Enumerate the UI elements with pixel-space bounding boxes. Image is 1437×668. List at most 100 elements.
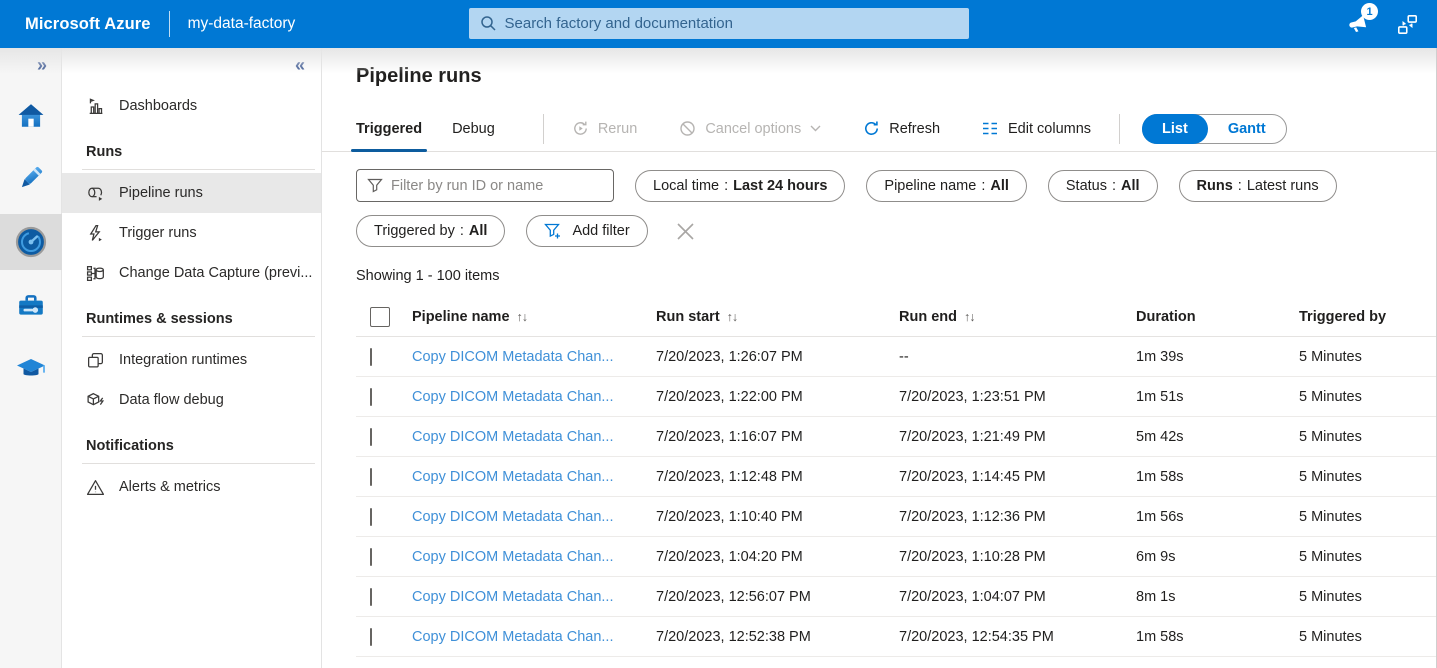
rerun-button[interactable]: Rerun <box>572 120 637 137</box>
run-start-cell: 7/20/2023, 1:04:20 PM <box>656 548 803 565</box>
run-start-cell: 7/20/2023, 1:12:48 PM <box>656 468 803 485</box>
section-divider <box>82 463 315 464</box>
column-header-run-start[interactable]: Run start ↑↓ <box>656 309 899 325</box>
clear-filters-button[interactable] <box>675 221 696 242</box>
table-row: Copy DICOM Metadata Chan... 7/20/2023, 1… <box>356 497 1437 537</box>
row-checkbox[interactable] <box>370 507 372 526</box>
topbar-divider <box>168 11 170 37</box>
sidebar-item-trigger-runs[interactable]: Trigger runs <box>62 213 321 253</box>
column-header-run-end[interactable]: Run end ↑↓ <box>899 309 1136 325</box>
select-all-checkbox[interactable] <box>370 306 390 327</box>
pipeline-run-link[interactable]: Copy DICOM Metadata Chan... <box>412 629 656 645</box>
view-toggle-gantt[interactable]: Gantt <box>1208 114 1286 144</box>
row-checkbox[interactable] <box>370 627 372 646</box>
switch-factory-button[interactable] <box>1395 12 1419 36</box>
cancel-options-label: Cancel options <box>705 120 802 137</box>
collapse-sidebar-icon[interactable]: « <box>295 56 305 74</box>
sidebar-item-integration-runtimes[interactable]: Integration runtimes <box>62 340 321 380</box>
rail-item-learning-center[interactable] <box>0 342 62 394</box>
row-checkbox[interactable] <box>370 387 372 406</box>
chevron-down-icon <box>810 125 821 132</box>
sidebar-section-notifications: Notifications <box>86 438 174 454</box>
sidebar-item-label: Alerts & metrics <box>119 479 221 495</box>
sidebar-item-label: Trigger runs <box>119 225 197 241</box>
sidebar: « Dashboards Runs Pipeline runs Trigger … <box>62 48 322 668</box>
run-start-cell: 7/20/2023, 1:22:00 PM <box>656 388 803 405</box>
edit-columns-button[interactable]: Edit columns <box>982 121 1091 137</box>
global-search[interactable] <box>468 8 969 39</box>
tab-triggered[interactable]: Triggered <box>350 106 428 152</box>
column-header-triggered-by: Triggered by <box>1299 308 1387 325</box>
rail-item-author[interactable] <box>0 152 62 204</box>
sidebar-item-label: Change Data Capture (previ... <box>119 265 313 281</box>
section-divider <box>82 169 315 170</box>
rail-item-home[interactable] <box>0 90 62 142</box>
filter-pill-status[interactable]: Status : All <box>1047 169 1158 202</box>
row-checkbox[interactable] <box>370 427 372 446</box>
sidebar-section-runs: Runs <box>86 144 123 160</box>
duration-cell: 1m 58s <box>1136 628 1184 645</box>
rail-item-manage[interactable] <box>0 280 62 332</box>
pipeline-run-link[interactable]: Copy DICOM Metadata Chan... <box>412 589 656 605</box>
row-checkbox[interactable] <box>370 547 372 566</box>
row-checkbox[interactable] <box>370 467 372 486</box>
row-checkbox[interactable] <box>370 587 372 606</box>
top-bar: Microsoft Azure my-data-factory 1 <box>0 0 1437 48</box>
pipeline-run-link[interactable]: Copy DICOM Metadata Chan... <box>412 469 656 485</box>
sidebar-item-data-flow-debug[interactable]: Data flow debug <box>62 380 321 420</box>
sidebar-item-change-data-capture[interactable]: Change Data Capture (previ... <box>62 253 321 293</box>
filter-pill-local-time[interactable]: Local time : Last 24 hours <box>635 169 846 202</box>
toolbar-divider <box>1119 113 1121 144</box>
sidebar-item-label: Dashboards <box>119 98 198 114</box>
topbar-actions: 1 <box>1345 0 1419 48</box>
home-icon <box>18 104 43 127</box>
sidebar-item-alerts-metrics[interactable]: Alerts & metrics <box>62 467 321 507</box>
run-filter-input[interactable] <box>383 177 613 194</box>
pipeline-run-link[interactable]: Copy DICOM Metadata Chan... <box>412 549 656 565</box>
pipeline-run-link[interactable]: Copy DICOM Metadata Chan... <box>412 509 656 525</box>
filter-pill-pipeline-name[interactable]: Pipeline name : All <box>866 169 1027 202</box>
cancel-options-button[interactable]: Cancel options <box>679 120 821 137</box>
page-title: Pipeline runs <box>356 65 482 87</box>
table-row: Copy DICOM Metadata Chan... 7/20/2023, 1… <box>356 577 1437 617</box>
duration-cell: 6m 9s <box>1136 548 1176 565</box>
sidebar-item-dashboards[interactable]: Dashboards <box>62 86 321 126</box>
toolbar-divider <box>542 113 544 144</box>
rail-item-monitor[interactable] <box>0 214 62 270</box>
tab-debug[interactable]: Debug <box>452 106 495 152</box>
toolbox-icon <box>18 295 43 315</box>
run-filter-input-wrap <box>356 169 614 202</box>
search-input[interactable] <box>496 15 969 32</box>
notifications-button[interactable]: 1 <box>1345 3 1378 36</box>
add-filter-button[interactable]: Add filter <box>526 215 648 247</box>
table-row: Copy DICOM Metadata Chan... 7/20/2023, 1… <box>356 457 1437 497</box>
expand-rail-icon[interactable]: » <box>37 56 47 74</box>
filter-pill-runs[interactable]: Runs : Latest runs <box>1178 169 1337 202</box>
edit-columns-label: Edit columns <box>1008 120 1092 137</box>
filter-pill-triggered-by[interactable]: Triggered by : All <box>356 215 506 247</box>
pipeline-run-link[interactable]: Copy DICOM Metadata Chan... <box>412 349 656 365</box>
refresh-button[interactable]: Refresh <box>863 120 940 137</box>
integration-runtimes-icon <box>88 352 103 367</box>
pipeline-runs-table: Pipeline name ↑↓ Run start ↑↓ Run end ↑↓… <box>356 297 1437 657</box>
duration-cell: 8m 1s <box>1136 588 1176 605</box>
funnel-icon <box>367 178 383 193</box>
row-checkbox[interactable] <box>370 347 372 366</box>
sort-icon[interactable]: ↑↓ <box>517 310 528 324</box>
graduation-cap-icon <box>16 359 45 376</box>
duration-cell: 1m 39s <box>1136 348 1184 365</box>
sort-icon[interactable]: ↑↓ <box>727 310 738 324</box>
triggered-by-cell: 5 Minutes <box>1299 548 1362 565</box>
duration-cell: 1m 56s <box>1136 508 1184 525</box>
sidebar-item-label: Integration runtimes <box>119 352 248 368</box>
sort-icon[interactable]: ↑↓ <box>964 310 975 324</box>
sidebar-item-pipeline-runs[interactable]: Pipeline runs <box>62 173 321 213</box>
run-end-cell: 7/20/2023, 1:14:45 PM <box>899 468 1046 485</box>
view-toggle-list[interactable]: List <box>1142 113 1208 144</box>
triggered-by-cell: 5 Minutes <box>1299 348 1362 365</box>
pipeline-run-link[interactable]: Copy DICOM Metadata Chan... <box>412 389 656 405</box>
pipeline-run-link[interactable]: Copy DICOM Metadata Chan... <box>412 429 656 445</box>
column-header-pipeline-name[interactable]: Pipeline name ↑↓ <box>412 309 656 325</box>
table-header-row: Pipeline name ↑↓ Run start ↑↓ Run end ↑↓… <box>356 297 1437 337</box>
pencil-icon <box>21 166 42 188</box>
